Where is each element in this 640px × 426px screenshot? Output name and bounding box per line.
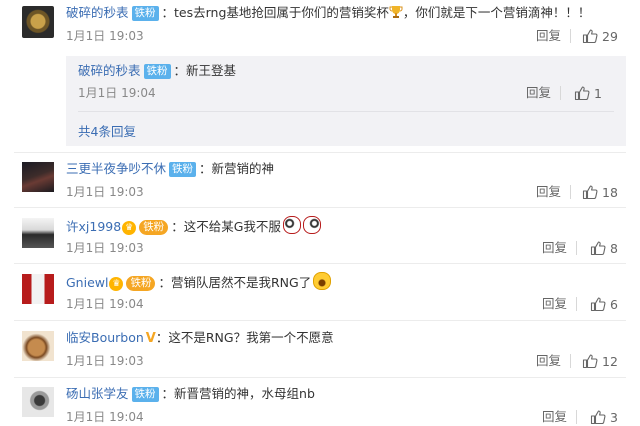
divider — [576, 297, 577, 311]
sub-reply-text: ：新王登基 — [173, 63, 237, 78]
view-more-replies-link[interactable]: 共4条回复 — [78, 121, 136, 140]
verified-v-icon: V — [145, 331, 156, 346]
comment-header: 砀山张学友 铁粉 ：新晋营销的神，水母组nb — [66, 385, 315, 403]
comment-item: 许xj1998 ♛ 铁粉 ：这不给某G我不服 1月1日 19:03 回复 8 — [0, 212, 640, 262]
divider — [576, 410, 577, 424]
divider — [560, 86, 561, 100]
emoji-icon — [302, 216, 321, 234]
thumbs-up-icon — [574, 86, 590, 101]
comment-header: Gniewl ♛ 铁粉 ：营销队居然不是我RNG了 — [66, 272, 332, 292]
comment-item: 三更半夜争吵不休 铁粉 ：新营销的神 1月1日 19:03 回复 18 — [0, 156, 640, 206]
like-button[interactable]: 6 — [590, 296, 618, 313]
avatar[interactable] — [22, 331, 54, 361]
vip-level-icon: ♛ — [122, 221, 137, 235]
username-link[interactable]: 临安Bourbon — [66, 330, 144, 345]
fan-badge[interactable]: 铁粉 — [143, 64, 171, 79]
reply-button[interactable]: 回复 — [536, 353, 561, 369]
divider — [78, 111, 614, 112]
divider — [570, 354, 571, 368]
divider — [14, 263, 626, 264]
like-count: 6 — [610, 297, 618, 312]
comment-text: ：这不是RNG？我第一个不愿意 — [155, 330, 334, 345]
reply-button[interactable]: 回复 — [536, 28, 561, 44]
comment-timestamp: 1月1日 19:04 — [66, 410, 144, 424]
like-count: 3 — [610, 410, 618, 425]
divider — [576, 241, 577, 255]
comment-timestamp: 1月1日 19:04 — [66, 297, 144, 311]
thumbs-up-icon — [590, 410, 606, 425]
comment-timestamp: 1月1日 19:03 — [66, 185, 144, 199]
like-count: 12 — [602, 354, 618, 369]
username-link[interactable]: Gniewl — [66, 275, 108, 290]
avatar[interactable] — [22, 218, 54, 248]
sub-reply-header: 破碎的秒表 铁粉 ：新王登基 — [78, 62, 236, 80]
username-link[interactable]: 破碎的秒表 — [66, 5, 129, 20]
sub-reply-panel: 破碎的秒表 铁粉 ：新王登基 1月1日 19:04 回复 1 共4条回复 — [66, 56, 626, 146]
reply-button[interactable]: 回复 — [526, 85, 551, 101]
comment-text: ：新营销的神 — [199, 161, 275, 176]
fan-badge[interactable]: 铁粉 — [139, 220, 169, 235]
comment-text: ：这不给某G我不服 — [171, 219, 281, 234]
thumbs-up-icon — [582, 29, 598, 44]
username-link[interactable]: 砀山张学友 — [66, 386, 129, 401]
emoji-icon — [282, 216, 301, 234]
fan-badge[interactable]: 铁粉 — [169, 162, 197, 177]
like-button[interactable]: 18 — [582, 184, 618, 201]
reply-button[interactable]: 回复 — [542, 240, 567, 256]
like-button[interactable]: 3 — [590, 409, 618, 426]
like-button[interactable]: 8 — [590, 240, 618, 257]
sub-reply-timestamp: 1月1日 19:04 — [78, 86, 156, 100]
fan-badge[interactable]: 铁粉 — [131, 6, 159, 21]
username-link[interactable]: 许xj1998 — [66, 219, 121, 234]
reply-button[interactable]: 回复 — [542, 409, 567, 425]
emoji-icon — [313, 272, 332, 290]
vip-level-icon: ♛ — [109, 277, 124, 291]
comment-header: 三更半夜争吵不休 铁粉 ：新营销的神 — [66, 160, 274, 178]
divider — [14, 377, 626, 378]
comment-text: ：tes去rng基地抢回属于你们的营销奖杯 — [161, 5, 389, 20]
like-count: 18 — [602, 185, 618, 200]
comment-text: ：营销队居然不是我RNG了 — [158, 275, 312, 290]
like-count: 8 — [610, 241, 618, 256]
avatar[interactable] — [22, 387, 54, 417]
comment-text-suffix: ，你们就是下一个营销滴神！！！ — [402, 5, 591, 20]
reply-button[interactable]: 回复 — [542, 296, 567, 312]
thumbs-up-icon — [582, 185, 598, 200]
divider — [570, 29, 571, 43]
divider — [14, 207, 626, 208]
trophy-emoji-icon — [389, 5, 403, 24]
avatar[interactable] — [22, 274, 54, 304]
username-link[interactable]: 破碎的秒表 — [78, 63, 141, 78]
fan-badge[interactable]: 铁粉 — [131, 387, 159, 402]
divider — [14, 320, 626, 321]
username-link[interactable]: 三更半夜争吵不休 — [66, 161, 166, 176]
comment-header: 破碎的秒表 铁粉 ：tes去rng基地抢回属于你们的营销奖杯 ，你们就是下一个营销滴… — [66, 4, 590, 24]
reply-button[interactable]: 回复 — [536, 184, 561, 200]
comment-item: 临安Bourbon V：这不是RNG？我第一个不愿意 1月1日 19:03 回复 … — [0, 325, 640, 375]
comment-item: 破碎的秒表 铁粉 ：tes去rng基地抢回属于你们的营销奖杯 ，你们就是下一个营销滴… — [0, 0, 640, 56]
divider — [14, 152, 626, 153]
comment-header: 许xj1998 ♛ 铁粉 ：这不给某G我不服 — [66, 216, 321, 236]
divider — [570, 185, 571, 199]
like-button[interactable]: 1 — [574, 85, 602, 102]
fan-badge[interactable]: 铁粉 — [126, 276, 156, 291]
comment-header: 临安Bourbon V：这不是RNG？我第一个不愿意 — [66, 329, 334, 348]
thumbs-up-icon — [582, 354, 598, 369]
like-button[interactable]: 29 — [582, 28, 618, 45]
avatar[interactable] — [22, 162, 54, 192]
comment-timestamp: 1月1日 19:03 — [66, 354, 144, 368]
comment-text: ：新晋营销的神，水母组nb — [161, 386, 315, 401]
like-count: 1 — [594, 86, 602, 101]
thumbs-up-icon — [590, 297, 606, 312]
avatar[interactable] — [22, 6, 54, 38]
thumbs-up-icon — [590, 241, 606, 256]
like-count: 29 — [602, 29, 618, 44]
like-button[interactable]: 12 — [582, 353, 618, 370]
comment-timestamp: 1月1日 19:03 — [66, 241, 144, 255]
comment-item: 砀山张学友 铁粉 ：新晋营销的神，水母组nb 1月1日 19:04 回复 3 — [0, 381, 640, 425]
comment-timestamp: 1月1日 19:03 — [66, 29, 144, 43]
comment-item: Gniewl ♛ 铁粉 ：营销队居然不是我RNG了 1月1日 19:04 回复 6 — [0, 268, 640, 318]
